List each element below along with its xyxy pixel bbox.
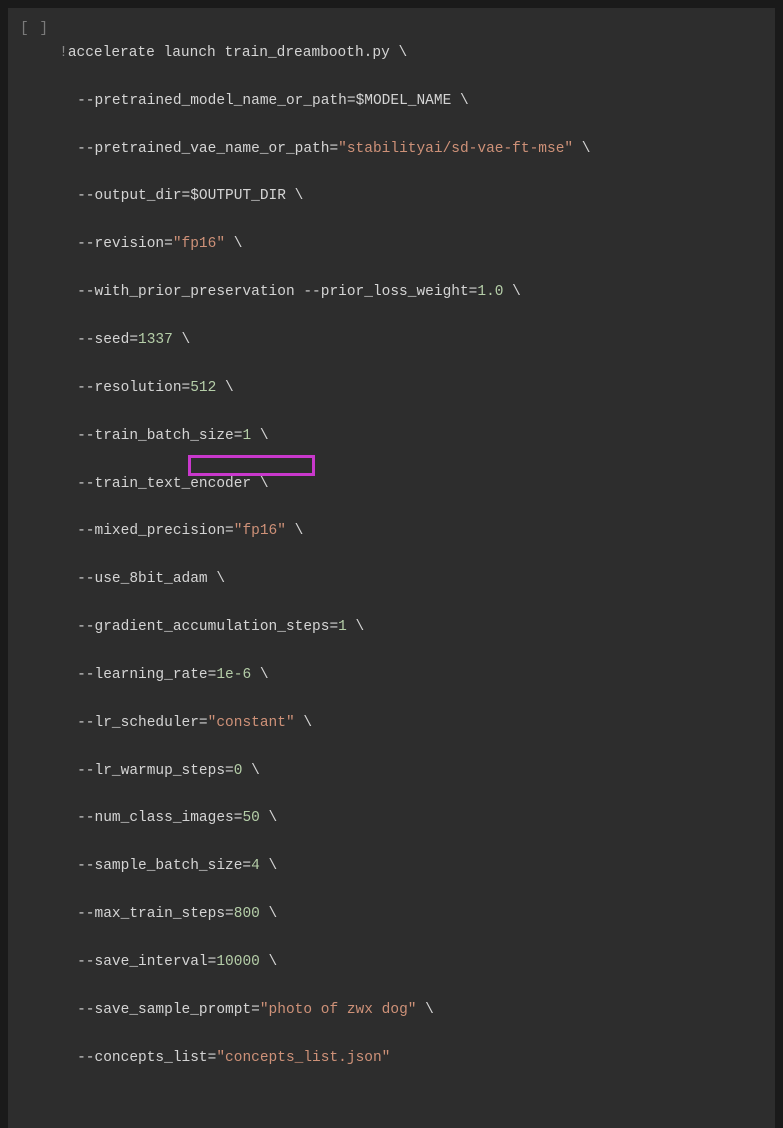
code-cell[interactable]: [ ] !accelerate launch train_dreambooth.…: [8, 8, 775, 1128]
code-text: --concepts_list=: [77, 1050, 216, 1066]
code-text: \: [216, 380, 233, 396]
code-text: --num_class_images=: [77, 810, 242, 826]
code-text: --train_batch_size=: [77, 428, 242, 444]
code-text: --pretrained_model_name_or_path=: [77, 93, 355, 109]
code-text: \: [260, 906, 277, 922]
code-number: 512: [190, 380, 216, 396]
code-text: \: [242, 763, 259, 779]
code-text: --output_dir=: [77, 188, 190, 204]
code-text: \: [295, 715, 312, 731]
code-number: 800: [234, 906, 260, 922]
code-text: --pretrained_vae_name_or_path=: [77, 141, 338, 157]
code-text: \: [260, 954, 277, 970]
code-number: 4: [251, 858, 260, 874]
code-text: \: [260, 858, 277, 874]
code-text: \: [451, 93, 468, 109]
code-text: accelerate launch train_dreambooth.py \: [68, 45, 407, 61]
code-variable: $OUTPUT_DIR: [190, 188, 286, 204]
code-text: \: [260, 810, 277, 826]
code-text: --mixed_precision=: [77, 523, 234, 539]
code-number: 1337: [138, 332, 173, 348]
bang-operator: !: [59, 45, 68, 61]
code-string: "photo of zwx dog": [260, 1002, 417, 1018]
code-string: "constant": [208, 715, 295, 731]
code-number: 1: [242, 428, 251, 444]
code-variable: $MODEL_NAME: [356, 93, 452, 109]
code-text: \: [503, 284, 520, 300]
code-text: --lr_scheduler=: [77, 715, 208, 731]
code-text: --sample_batch_size=: [77, 858, 251, 874]
code-text: --learning_rate=: [77, 667, 216, 683]
code-text: \: [251, 428, 268, 444]
code-number: 1: [338, 619, 347, 635]
code-text: --use_8bit_adam \: [77, 571, 225, 587]
code-number: 10000: [216, 954, 260, 970]
code-text: \: [286, 523, 303, 539]
code-text: \: [251, 667, 268, 683]
code-string: "fp16": [173, 236, 225, 252]
code-text: \: [173, 332, 190, 348]
code-string: "fp16": [234, 523, 286, 539]
code-text: \: [347, 619, 364, 635]
code-number: 0: [234, 763, 243, 779]
code-text: --train_text_encoder \: [77, 476, 268, 492]
code-number: 50: [242, 810, 259, 826]
code-content[interactable]: !accelerate launch train_dreambooth.py \…: [59, 18, 763, 1118]
code-text: --revision=: [77, 236, 173, 252]
code-text: --max_train_steps=: [77, 906, 234, 922]
code-string: "concepts_list.json": [216, 1050, 390, 1066]
code-text: --gradient_accumulation_steps=: [77, 619, 338, 635]
code-text: --seed=: [77, 332, 138, 348]
code-text: --save_interval=: [77, 954, 216, 970]
code-text: \: [416, 1002, 433, 1018]
code-text: --lr_warmup_steps=: [77, 763, 234, 779]
code-text: \: [286, 188, 303, 204]
code-string: "stabilityai/sd-vae-ft-mse": [338, 141, 573, 157]
code-text: --with_prior_preservation --prior_loss_w…: [77, 284, 477, 300]
code-text: \: [225, 236, 242, 252]
code-text: \: [573, 141, 590, 157]
code-text: --save_sample_prompt=: [77, 1002, 260, 1018]
code-number: 1e-6: [216, 667, 251, 683]
code-number: 1.0: [477, 284, 503, 300]
code-text: --resolution=: [77, 380, 190, 396]
cell-prompt: [ ]: [20, 18, 49, 1118]
